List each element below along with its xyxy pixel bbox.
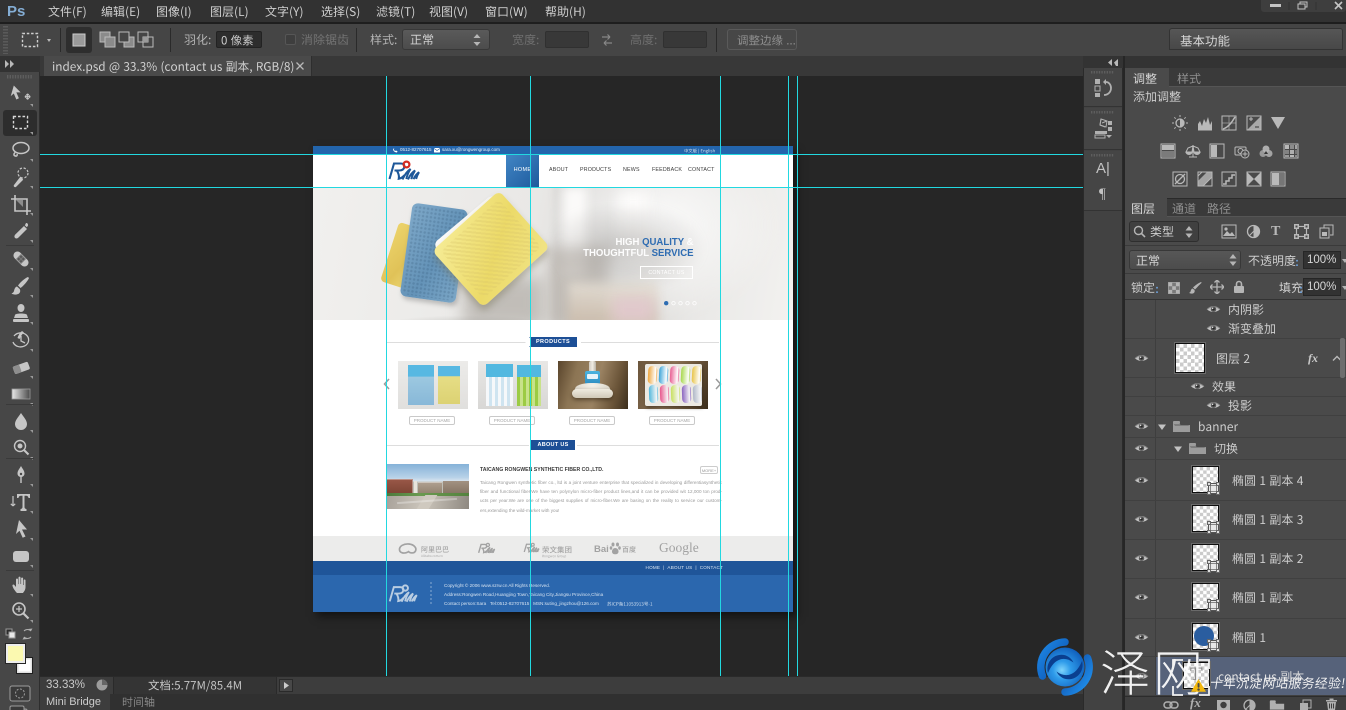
svg-text:Bai: Bai bbox=[594, 544, 609, 555]
svg-text:Google: Google bbox=[659, 540, 699, 555]
